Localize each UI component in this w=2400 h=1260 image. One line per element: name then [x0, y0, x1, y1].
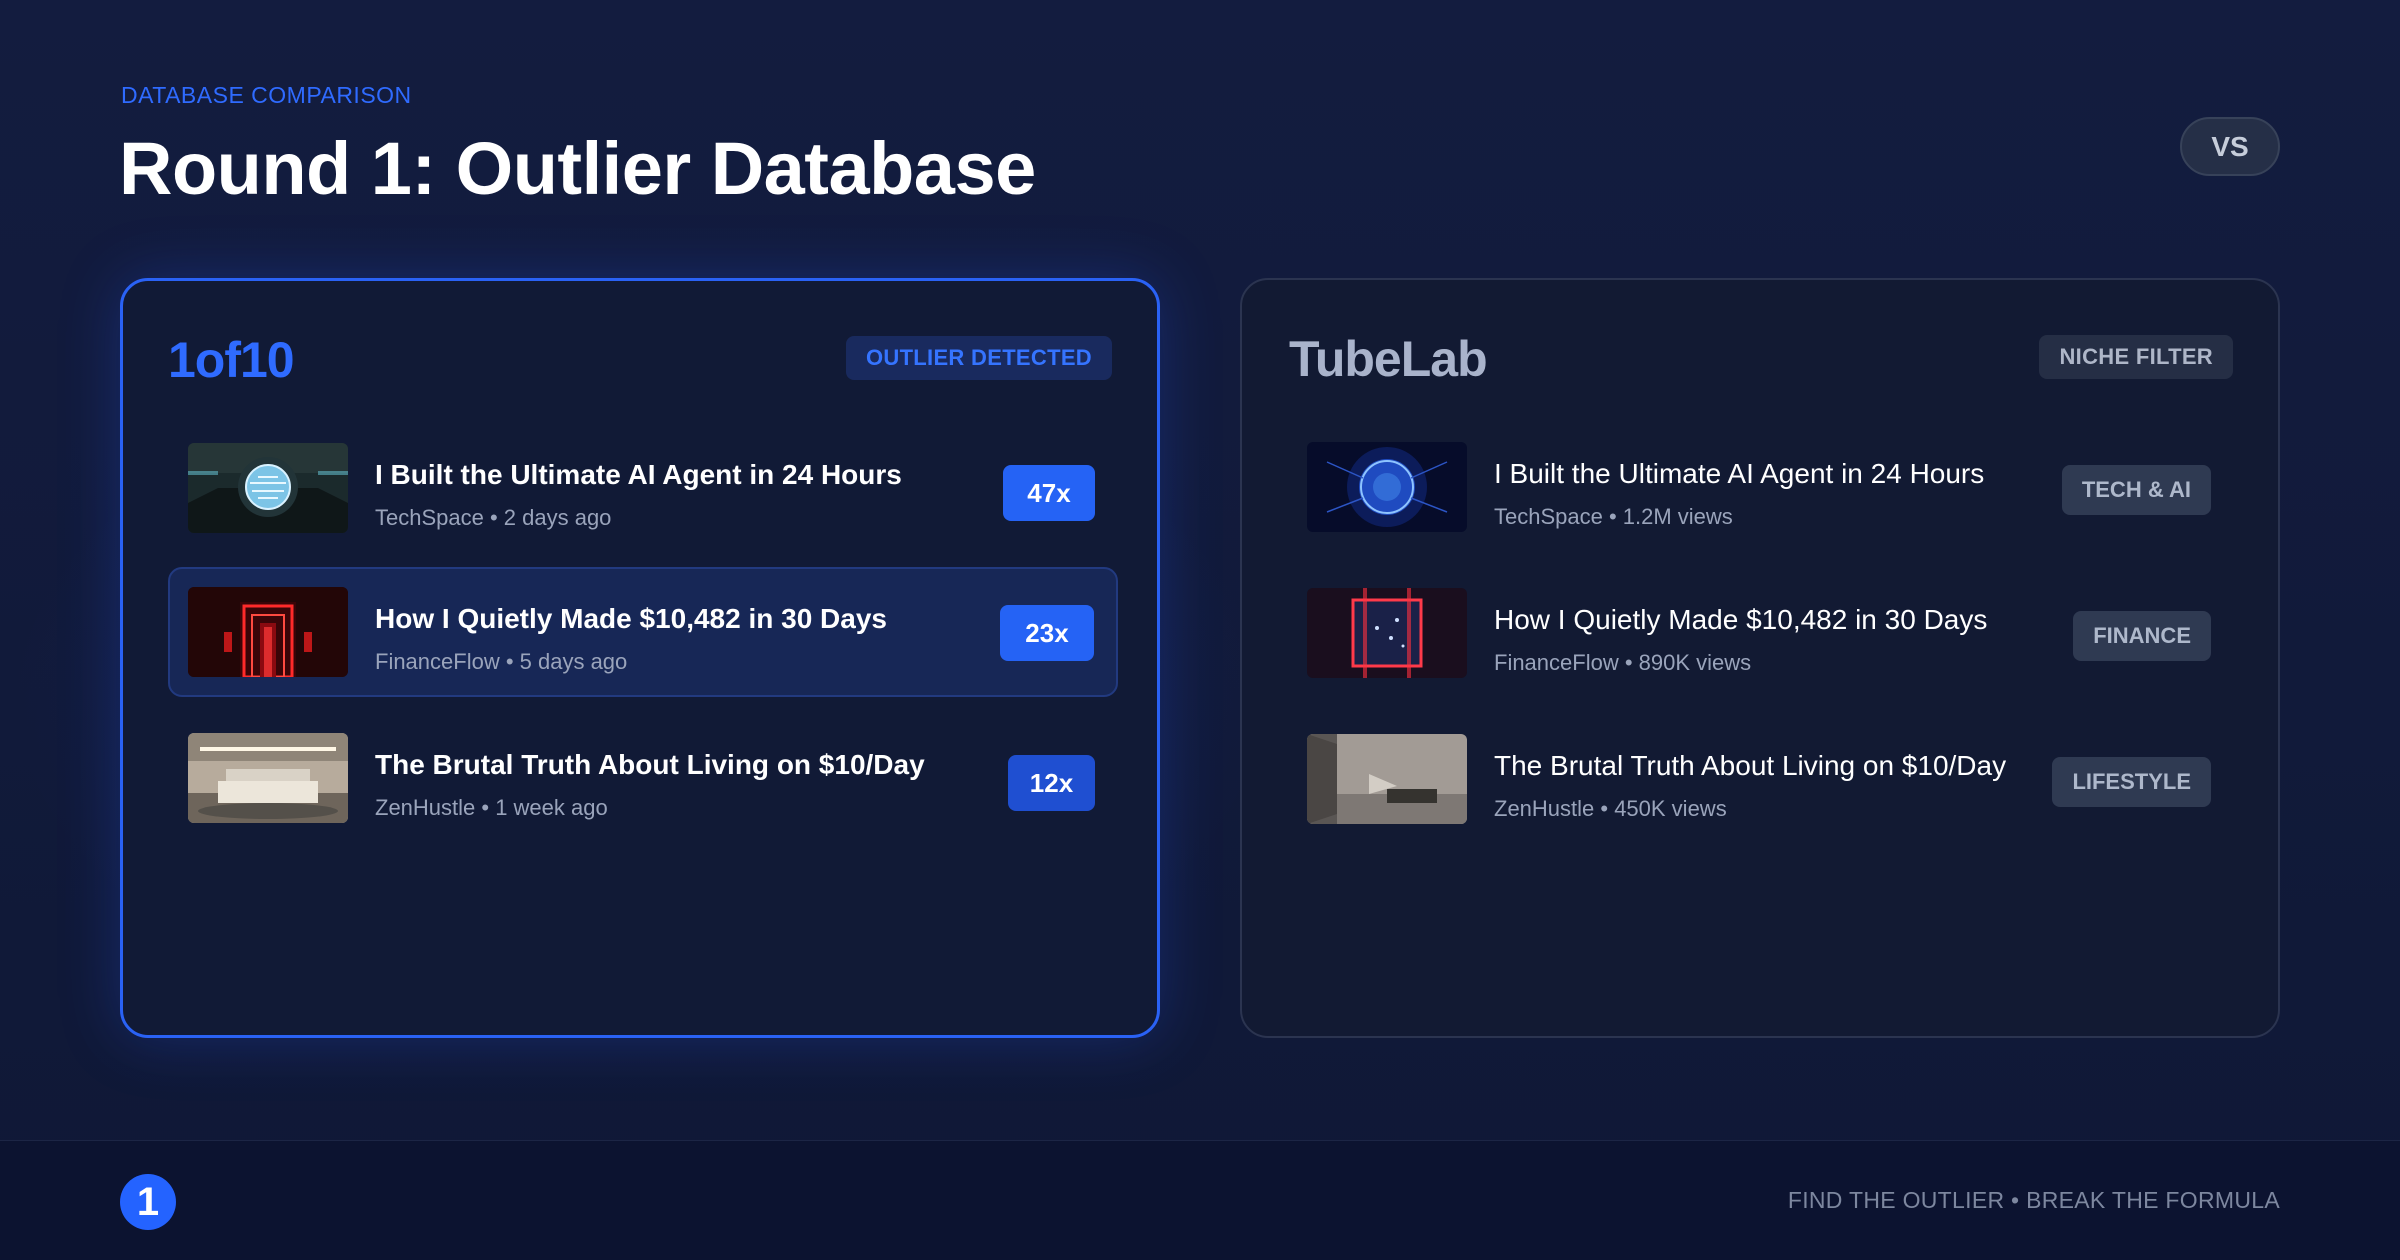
list-item[interactable]: The Brutal Truth About Living on $10/Day…	[1287, 714, 2237, 844]
video-title: How I Quietly Made $10,482 in 30 Days	[1494, 604, 1988, 635]
outlier-detected-tag: OUTLIER DETECTED	[845, 336, 1112, 380]
vs-badge: VS	[2180, 117, 2280, 176]
video-title: How I Quietly Made $10,482 in 30 Days	[375, 603, 887, 634]
video-meta: ZenHustle • 1 week ago	[375, 795, 608, 820]
brand-logo-glyph: 1	[136, 1179, 160, 1224]
list-item[interactable]: The Brutal Truth About Living on $10/Day…	[168, 713, 1118, 843]
outlier-multiplier-badge: 47x	[1003, 465, 1095, 521]
list-item[interactable]: I Built the Ultimate AI Agent in 24 Hour…	[168, 423, 1118, 553]
page-title: Round 1: Outlier Database	[119, 127, 1036, 210]
thumbnail-red-frame-image	[1307, 588, 1467, 678]
thumbnail-red-door-image	[188, 587, 348, 677]
brand-logo-icon: 1	[120, 1174, 176, 1230]
outlier-multiplier-badge: 12x	[1008, 755, 1095, 811]
list-item[interactable]: How I Quietly Made $10,482 in 30 Days Fi…	[168, 567, 1118, 697]
video-meta: TechSpace • 2 days ago	[375, 505, 612, 530]
video-title: The Brutal Truth About Living on $10/Day	[375, 749, 925, 780]
category-badge: FINANCE	[2073, 611, 2211, 661]
video-meta: FinanceFlow • 890K views	[1494, 650, 1752, 675]
list-item[interactable]: How I Quietly Made $10,482 in 30 Days Fi…	[1287, 568, 2237, 698]
video-meta: TechSpace • 1.2M views	[1494, 504, 1733, 529]
thumbnail-bedroom-image	[188, 733, 348, 823]
1of10-panel: 1of10 OUTLIER DETECTED I Built the Ultim…	[120, 278, 1160, 1038]
eyebrow-label: DATABASE COMPARISON	[121, 82, 412, 108]
video-meta: ZenHustle • 450K views	[1494, 796, 1727, 821]
thumbnail-orb-image	[188, 443, 348, 533]
tubelab-logo: TubeLab	[1289, 331, 1488, 387]
outlier-multiplier-badge: 23x	[1000, 605, 1094, 661]
video-meta: FinanceFlow • 5 days ago	[375, 649, 628, 674]
list-item[interactable]: I Built the Ultimate AI Agent in 24 Hour…	[1287, 422, 2237, 552]
footer-tagline: FIND THE OUTLIER • BREAK THE FORMULA	[1787, 1187, 2280, 1213]
video-title: I Built the Ultimate AI Agent in 24 Hour…	[1494, 458, 1985, 489]
1of10-logo: 1of10	[168, 332, 295, 388]
category-badge: TECH & AI	[2061, 465, 2211, 515]
footer: 1 FIND THE OUTLIER • BREAK THE FORMULA	[0, 1140, 2400, 1260]
category-badge: LIFESTYLE	[2052, 757, 2211, 807]
video-title: The Brutal Truth About Living on $10/Day	[1494, 750, 2007, 781]
niche-filter-tag: NICHE FILTER	[2039, 335, 2233, 379]
thumbnail-blue-sphere-image	[1307, 442, 1467, 532]
video-title: I Built the Ultimate AI Agent in 24 Hour…	[375, 459, 902, 490]
tubelab-panel: TubeLab NICHE FILTER I Built the Ultimat…	[1240, 278, 2280, 1038]
thumbnail-empty-room-image	[1307, 734, 1467, 824]
